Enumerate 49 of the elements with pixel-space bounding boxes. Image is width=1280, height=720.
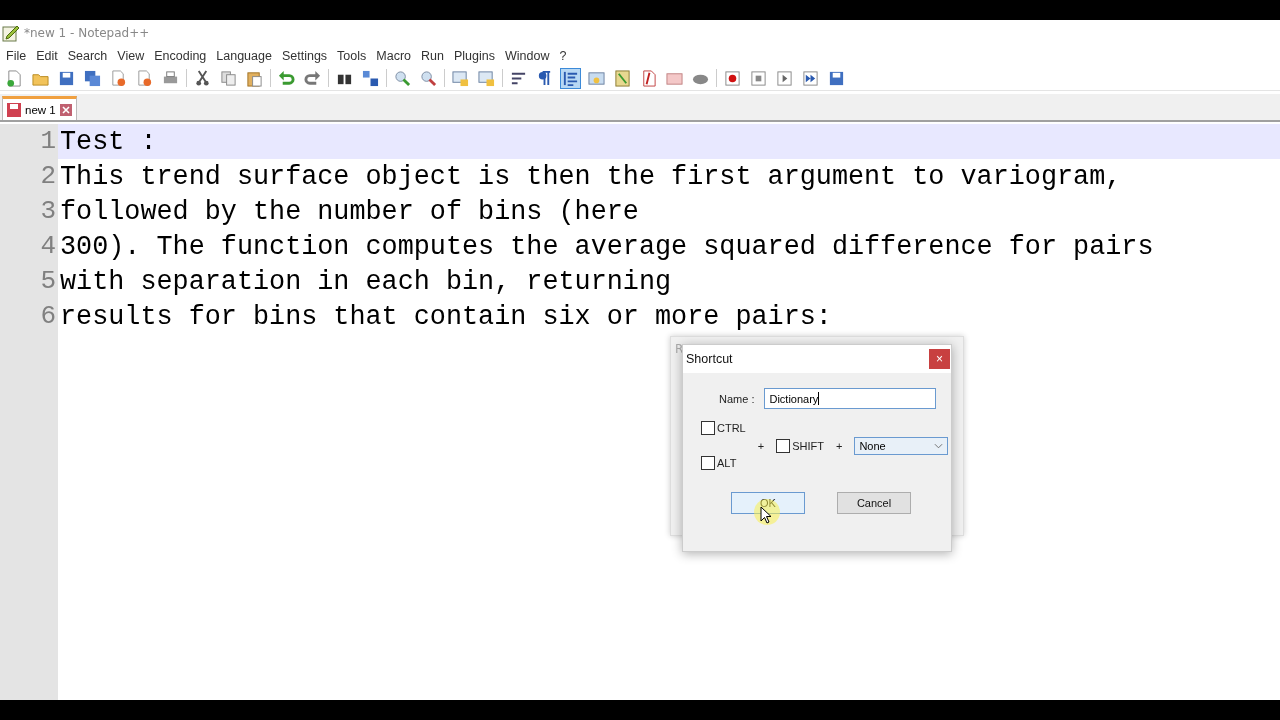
window-title: R bbox=[675, 342, 684, 356]
key-dropdown[interactable]: None bbox=[854, 436, 949, 455]
plus-sign: + bbox=[757, 439, 765, 452]
plus-sign: + bbox=[835, 439, 843, 452]
dialog-title: Shortcut bbox=[686, 352, 733, 366]
checkbox-label: SHIFT bbox=[792, 439, 824, 452]
menu-item[interactable]: Edit bbox=[36, 48, 58, 63]
menu-item[interactable]: Run bbox=[421, 48, 444, 63]
code-line: This trend surface object is then the first argument to variogram, bbox=[59, 161, 1122, 192]
field-label: Name : bbox=[719, 392, 755, 405]
code-line: followed by the number of bins (here bbox=[59, 196, 639, 227]
notepad-icon bbox=[2, 23, 20, 42]
dialog-button[interactable]: Cancel bbox=[837, 492, 911, 514]
checkbox-label: CTRL bbox=[717, 422, 746, 434]
menu-item[interactable]: Plugins bbox=[453, 48, 495, 63]
line-number: 1 bbox=[0, 124, 58, 159]
menu-item[interactable]: View bbox=[117, 48, 145, 63]
checkbox[interactable] bbox=[701, 421, 715, 435]
code-line: 300). The function computes the average squared difference for pairs bbox=[59, 231, 1154, 262]
menu-item[interactable]: Tools bbox=[337, 48, 367, 63]
close-icon[interactable] bbox=[59, 103, 72, 116]
cursor-icon bbox=[760, 506, 772, 524]
menu-item[interactable]: Window bbox=[504, 48, 550, 63]
name-field[interactable]: Dictionary bbox=[764, 388, 937, 409]
function-list-icon[interactable] bbox=[612, 67, 633, 89]
menu-item[interactable]: ? bbox=[559, 48, 567, 63]
checkbox-label: ALT bbox=[717, 457, 737, 469]
menu-item[interactable]: Search bbox=[67, 48, 108, 63]
code-line: results for bins that contain six or more pairs: bbox=[59, 301, 832, 332]
menu-item[interactable]: Language bbox=[216, 48, 272, 63]
line-number: 4 bbox=[0, 229, 58, 264]
menu-item[interactable]: File bbox=[6, 48, 27, 63]
line-number: 3 bbox=[0, 194, 58, 229]
checkbox[interactable] bbox=[701, 456, 715, 470]
line-number: 5 bbox=[0, 264, 58, 299]
line-number: 2 bbox=[0, 159, 58, 194]
menu-item[interactable]: Encoding bbox=[154, 48, 207, 63]
chevron-down-icon bbox=[934, 442, 944, 449]
tab-label: new 1 bbox=[25, 103, 56, 116]
menu-item[interactable]: Macro bbox=[376, 48, 412, 63]
menu-item[interactable]: Settings bbox=[281, 48, 328, 63]
line-number: 6 bbox=[0, 299, 58, 334]
code-line: Test : bbox=[59, 126, 157, 157]
code-line: with separation in each bin, returning bbox=[59, 266, 672, 297]
close-button[interactable]: × bbox=[929, 349, 950, 369]
indent-guide-icon[interactable] bbox=[560, 67, 581, 89]
document-tab[interactable]: new 1 bbox=[2, 96, 77, 120]
checkbox[interactable] bbox=[776, 438, 791, 453]
window-title: *new 1 - Notepad++ bbox=[24, 25, 150, 40]
